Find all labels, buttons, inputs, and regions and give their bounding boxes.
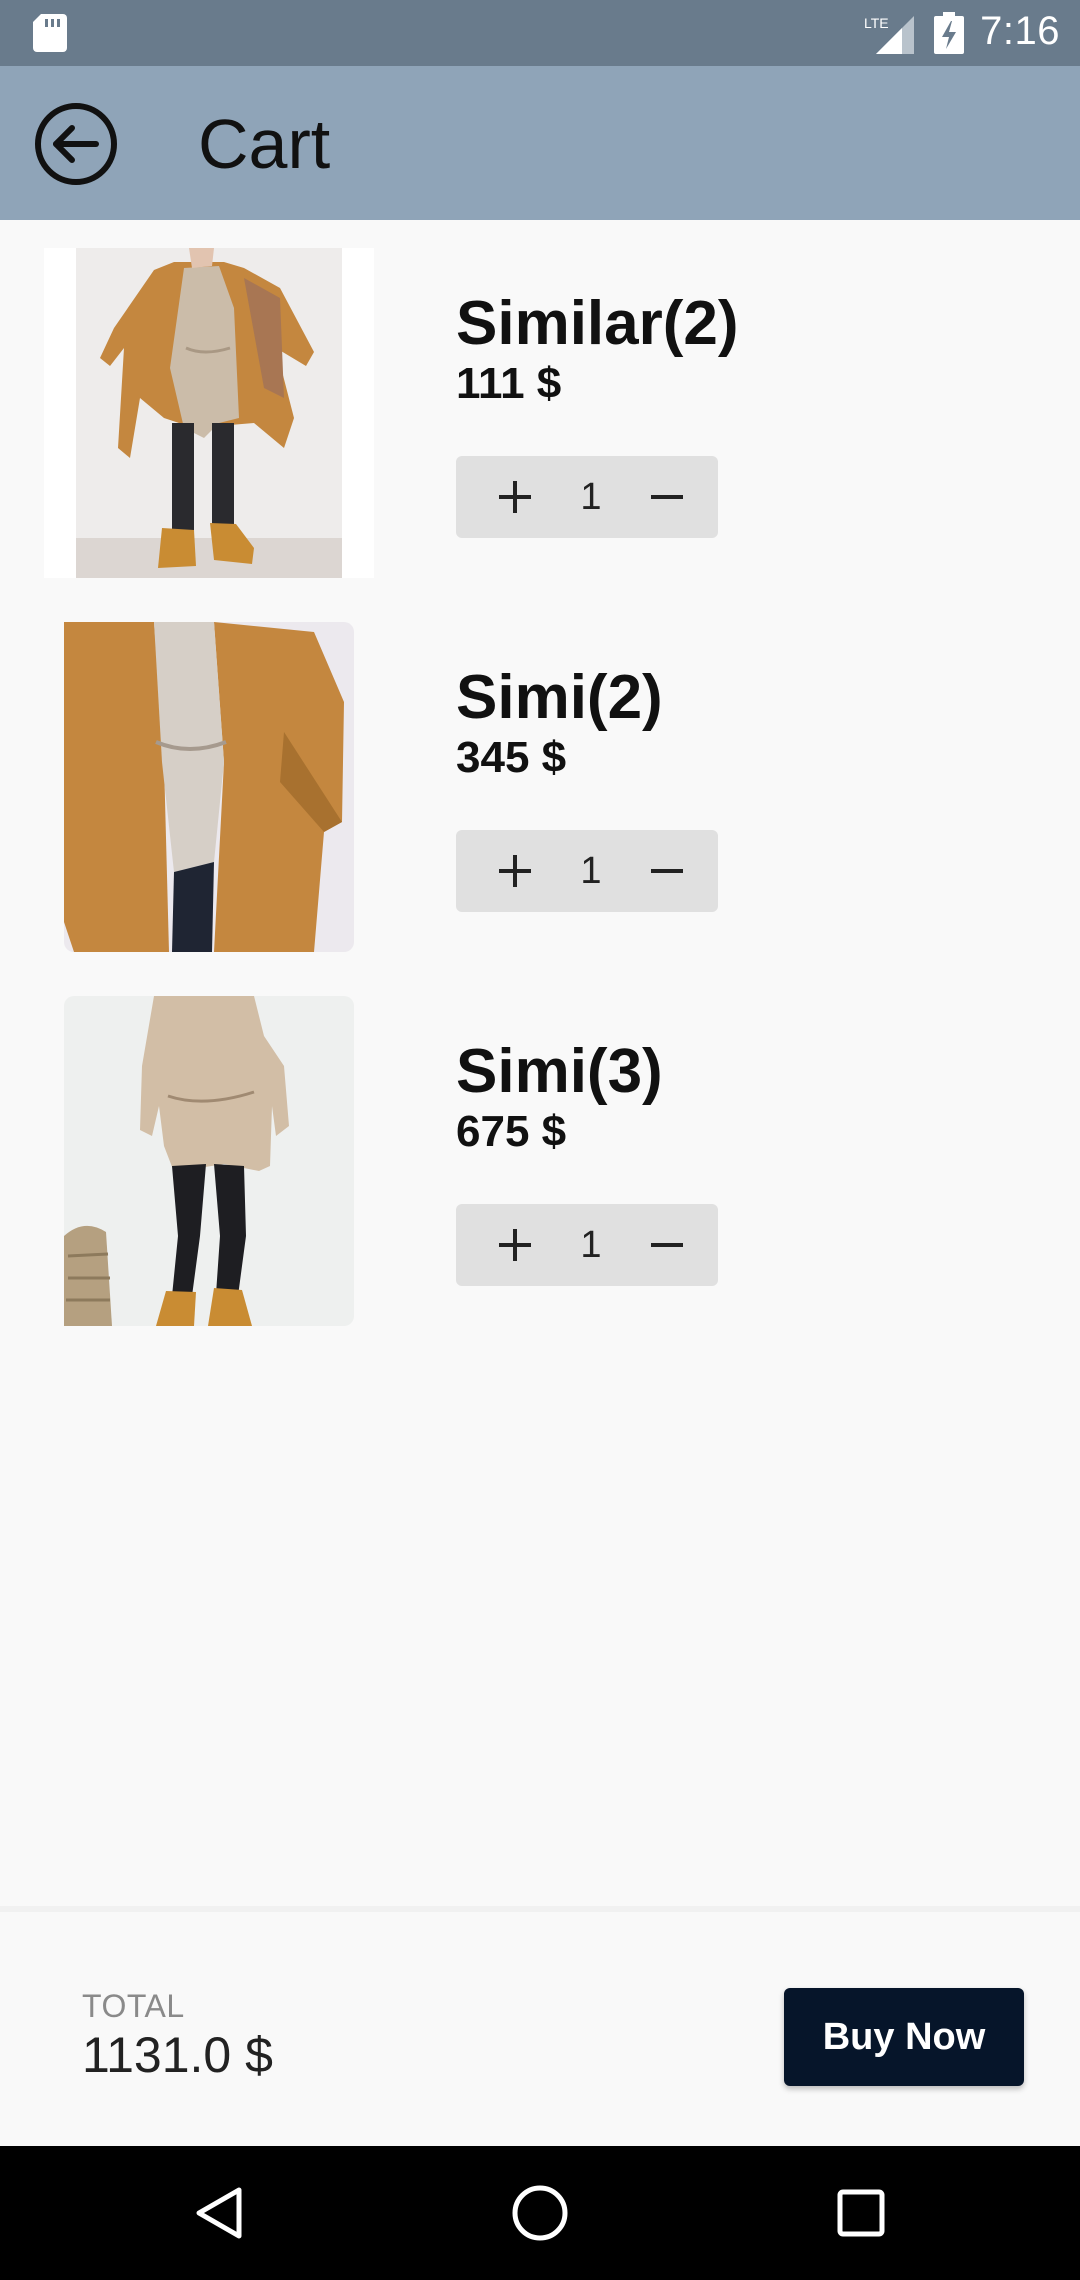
home-circle-icon	[512, 2185, 568, 2241]
minus-icon	[650, 869, 683, 873]
product-price: 345 $	[456, 733, 567, 782]
battery-charging-icon	[934, 12, 964, 54]
minus-icon	[650, 1243, 683, 1247]
cart-list: Similar(2) 111 $ 1 Simi(2) 345 $ 1 Simi(…	[0, 220, 1080, 1342]
product-price: 111 $	[456, 359, 562, 408]
product-photo	[44, 248, 374, 578]
lte-signal-icon: LTE	[864, 15, 914, 54]
sd-card-icon	[33, 14, 67, 52]
total-value: 1131.0 $	[82, 2027, 273, 2083]
quantity-stepper: 1	[456, 456, 718, 538]
plus-icon	[499, 1229, 531, 1261]
nav-home-button[interactable]	[507, 2180, 573, 2246]
decrease-quantity-button[interactable]	[646, 476, 688, 518]
checkout-bar: TOTAL 1131.0 $ Buy Now	[0, 1906, 1080, 2146]
nav-recents-button[interactable]	[828, 2180, 894, 2246]
plus-icon	[499, 855, 531, 887]
back-button[interactable]	[34, 102, 118, 186]
page-title: Cart	[198, 105, 331, 183]
plus-icon	[499, 481, 531, 513]
recents-square-icon	[837, 2189, 885, 2237]
cart-item: Simi(2) 345 $ 1	[0, 594, 1080, 968]
cart-item: Simi(3) 675 $ 1	[0, 968, 1080, 1342]
minus-icon	[650, 495, 683, 499]
product-photo	[44, 996, 374, 1326]
product-photo	[44, 622, 374, 952]
navigation-bar	[0, 2146, 1080, 2280]
decrease-quantity-button[interactable]	[646, 850, 688, 892]
quantity-value: 1	[580, 849, 602, 892]
increase-quantity-button[interactable]	[494, 476, 536, 518]
nav-back-button[interactable]	[187, 2180, 253, 2246]
increase-quantity-button[interactable]	[494, 850, 536, 892]
product-image[interactable]	[44, 248, 374, 578]
product-image[interactable]	[44, 996, 374, 1326]
back-arrow-circle-icon	[35, 103, 117, 185]
quantity-stepper: 1	[456, 1204, 718, 1286]
quantity-stepper: 1	[456, 830, 718, 912]
buy-now-button[interactable]: Buy Now	[784, 1988, 1024, 2086]
app-bar: Cart	[0, 66, 1080, 220]
cart-item: Similar(2) 111 $ 1	[0, 220, 1080, 594]
total-label: TOTAL	[82, 1988, 185, 2024]
status-time: 7:16	[980, 9, 1060, 53]
product-name[interactable]: Simi(2)	[456, 662, 663, 734]
product-name[interactable]: Simi(3)	[456, 1036, 663, 1108]
back-triangle-icon	[196, 2187, 242, 2239]
product-price: 675 $	[456, 1107, 567, 1156]
decrease-quantity-button[interactable]	[646, 1224, 688, 1266]
status-bar: LTE 7:16	[0, 0, 1080, 66]
quantity-value: 1	[580, 475, 602, 518]
product-name[interactable]: Similar(2)	[456, 288, 739, 360]
product-image[interactable]	[44, 622, 374, 952]
increase-quantity-button[interactable]	[494, 1224, 536, 1266]
quantity-value: 1	[580, 1223, 602, 1266]
network-type-label: LTE	[864, 15, 889, 31]
